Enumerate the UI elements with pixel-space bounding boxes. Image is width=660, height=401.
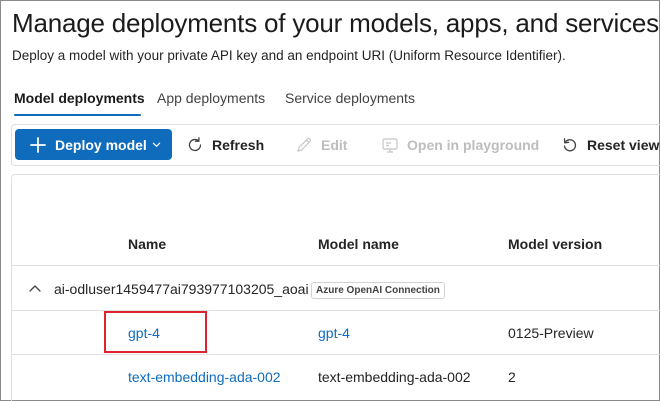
group-label: ai-odluser1459477ai793977103205_aoai [54,281,309,297]
command-bar: Deploy model Refresh Edit Open in playgr… [11,124,660,166]
model-name-cell: text-embedding-ada-002 [318,369,471,385]
tab-model-deployments[interactable]: Model deployments [14,90,145,106]
plus-icon [30,136,46,153]
column-header-model-version[interactable]: Model version [508,236,602,252]
open-in-playground-button[interactable]: Open in playground [381,131,539,159]
deployment-name-link[interactable]: text-embedding-ada-002 [128,369,281,385]
chevron-down-icon [152,142,161,147]
refresh-icon [188,137,202,152]
tab-service-deployments[interactable]: Service deployments [285,90,415,106]
deploy-model-button[interactable]: Deploy model [15,129,172,160]
reset-view-label: Reset view [587,137,660,153]
column-header-name[interactable]: Name [128,236,166,252]
reset-icon [563,138,577,152]
reset-view-button[interactable]: Reset view [561,131,659,159]
open-in-playground-label: Open in playground [407,137,540,153]
model-version-cell: 2 [508,369,516,385]
edit-label: Edit [321,137,348,153]
highlight-annotation [104,311,207,353]
deploy-model-label: Deploy model [55,136,147,153]
model-name-link[interactable]: gpt-4 [318,325,350,341]
model-version-cell: 0125-Preview [508,325,594,341]
page-subtitle: Deploy a model with your private API key… [12,48,566,63]
column-header-model-name[interactable]: Model name [318,236,399,252]
group-row[interactable]: ai-odluser1459477ai793977103205_aoai Azu… [12,266,660,310]
pencil-icon [297,137,312,152]
tab-app-deployments[interactable]: App deployments [157,90,265,106]
connection-badge: Azure OpenAI Connection [311,282,445,299]
page-title: Manage deployments of your models, apps,… [12,8,659,38]
active-tab-indicator [14,114,141,116]
refresh-button[interactable]: Refresh [186,131,264,159]
edit-button[interactable]: Edit [295,131,347,159]
row-divider [12,354,660,355]
chevron-up-icon[interactable] [29,284,41,292]
playground-icon [382,138,398,153]
refresh-label: Refresh [212,137,265,153]
